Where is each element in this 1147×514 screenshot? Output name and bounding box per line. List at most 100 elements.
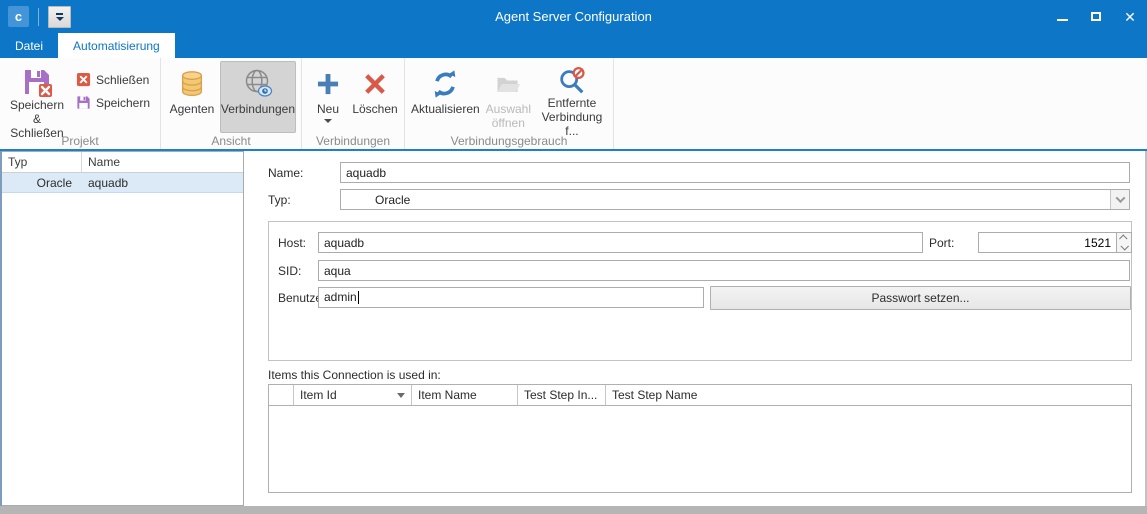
agents-label: Agenten [170,102,215,116]
chevron-down-icon [1115,193,1125,203]
refresh-icon [430,66,460,102]
save-button[interactable]: Speichern [70,91,156,114]
sid-label: SID: [278,264,301,278]
new-dropdown-arrow-icon [324,119,332,123]
port-label: Port: [929,236,954,250]
maximize-button[interactable] [1079,0,1113,33]
quick-access-bar-icon [56,13,63,15]
content-area: Typ Name Oracle aquadb Name: Typ: Oracle… [0,151,1147,506]
host-label: Host: [278,236,306,250]
delete-x-icon [361,66,389,102]
connection-typ-cell: Oracle [2,173,82,192]
agent-server-configuration-window: c Agent Server Configuration ✕ Datei Aut… [0,0,1147,514]
port-spinner [978,232,1132,253]
titlebar-separator [38,8,39,26]
sid-input[interactable] [318,260,1130,281]
find-remote-connection-button[interactable]: Entfernte Verbindung f... [536,61,608,133]
column-header-item-name[interactable]: Item Name [412,385,518,405]
item-id-header-label: Item Id [300,388,337,402]
ribbon-group-projekt: Speichern & Schließen Schließen [0,58,161,149]
tab-automatisierung[interactable]: Automatisierung [58,33,175,58]
remote-connection-label-line1: Entfernte [548,96,597,110]
connections-list-header: Typ Name [2,152,243,173]
refresh-label: Aktualisieren [411,102,480,116]
connections-list-panel: Typ Name Oracle aquadb [2,151,244,506]
connections-label: Verbindungen [221,102,295,116]
chevron-down-icon [56,17,64,21]
connection-name-cell: aquadb [82,173,243,192]
window-title: Agent Server Configuration [0,9,1147,24]
panel-splitter[interactable] [244,151,251,506]
items-grid-header: Item Id Item Name Test Step In... Test S… [269,385,1131,406]
agents-view-button[interactable]: Agenten [166,61,218,133]
group-caption-ansicht: Ansicht [161,134,301,149]
text-cursor [358,291,359,304]
window-controls: ✕ [1045,0,1147,33]
tab-datei[interactable]: Datei [0,33,58,58]
open-selection-label-line2: öffnen [492,116,525,130]
quick-access-dropdown-button[interactable] [48,6,71,28]
window-bottom-frame [0,506,1147,514]
spinner-down-button[interactable] [1117,243,1131,253]
new-label: Neu [317,102,339,116]
connection-row-aquadb[interactable]: Oracle aquadb [2,173,243,193]
save-close-label-line1: Speichern & [10,98,64,126]
minimize-button[interactable] [1045,0,1079,33]
group-caption-verbindungsgebrauch: Verbindungsgebrauch [405,134,613,149]
user-field[interactable]: admin [318,287,704,308]
column-header-item-id[interactable]: Item Id [294,385,412,405]
close-project-label: Schließen [96,73,149,87]
plus-icon [314,66,342,102]
minimize-icon [1057,19,1068,21]
column-header-test-step-in[interactable]: Test Step In... [518,385,606,405]
connections-view-button[interactable]: Verbindungen [220,61,296,133]
port-input[interactable] [978,232,1116,253]
column-header-typ[interactable]: Typ [2,152,82,172]
refresh-button[interactable]: Aktualisieren [410,61,481,133]
app-icon[interactable]: c [8,6,29,27]
name-input[interactable] [340,162,1130,183]
sort-descending-icon [397,393,405,398]
typ-combobox[interactable]: Oracle [340,189,1130,210]
save-close-icon [21,66,53,98]
ribbon-tab-row: Datei Automatisierung [0,33,1147,58]
open-selection-label-line1: Auswahl [486,102,531,116]
items-grid-body [269,406,1131,492]
ribbon: Speichern & Schließen Schließen [0,58,1147,151]
open-folder-icon [494,66,522,102]
close-button[interactable]: ✕ [1113,0,1147,33]
save-and-close-button[interactable]: Speichern & Schließen [5,61,69,133]
new-connection-button[interactable]: Neu [307,61,349,133]
port-spin-buttons [1116,232,1132,253]
ribbon-group-verbindungen: Neu Löschen Verbindungen [302,58,405,149]
group-caption-projekt: Projekt [0,134,160,149]
titlebar: c Agent Server Configuration ✕ [0,0,1147,33]
save-icon [76,95,91,110]
delete-label: Löschen [352,102,397,116]
column-header-indicator [269,385,294,405]
save-label: Speichern [96,96,150,110]
set-password-button[interactable]: Passwort setzen... [710,286,1131,310]
maximize-icon [1091,12,1101,21]
column-header-name[interactable]: Name [82,152,243,172]
typ-dropdown-button[interactable] [1110,190,1129,209]
connection-settings-groupbox: Host: Port: SID: Benutzer: admin Passwor… [268,221,1132,361]
delete-connection-button[interactable]: Löschen [351,61,399,133]
name-label: Name: [268,166,303,180]
items-grid-label: Items this Connection is used in: [268,368,441,382]
group-caption-verbindungen: Verbindungen [302,134,404,149]
items-usage-grid: Item Id Item Name Test Step In... Test S… [268,384,1132,493]
close-red-icon [76,72,91,87]
agents-database-icon [177,66,207,102]
typ-selected-value: Oracle [375,193,410,207]
host-input[interactable] [318,232,923,253]
close-icon: ✕ [1124,10,1136,24]
connection-detail-panel: Name: Typ: Oracle Host: Port: SID: [251,151,1145,506]
user-value: admin [324,290,357,304]
connections-globe-icon [242,66,274,102]
ribbon-group-ansicht: Agenten [161,58,302,149]
magnifier-no-icon [557,66,587,96]
column-header-test-step-name[interactable]: Test Step Name [606,385,1131,405]
ribbon-group-verbindungsgebrauch: Aktualisieren Auswahl öffnen [405,58,614,149]
close-project-button[interactable]: Schließen [70,68,156,91]
